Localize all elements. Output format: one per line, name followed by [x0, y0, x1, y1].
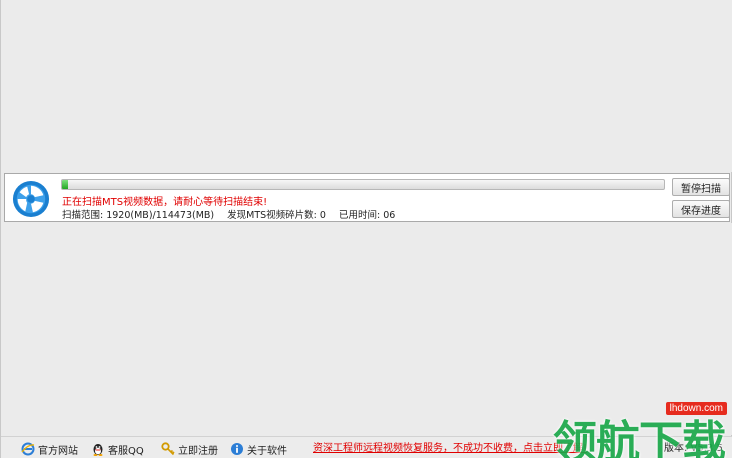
official-site-label: 官方网站 [38, 445, 78, 457]
scan-range-text: 扫描范围: 1920(MB)/114473(MB) [62, 210, 215, 221]
found-fragments-text: 发现MTS视频碎片数: 0 [227, 210, 326, 221]
app-logo-icon [12, 180, 50, 218]
version-text: 版本: V5.3.5 [664, 443, 723, 454]
support-qq-link[interactable]: 客服QQ [91, 441, 144, 457]
ie-globe-icon [21, 442, 35, 456]
save-progress-button[interactable]: 保存进度 [672, 200, 730, 218]
qq-penguin-icon [93, 444, 103, 456]
pause-scan-button[interactable]: 暂停扫描 [672, 178, 730, 196]
app-window: 正在扫描MTS视频数据，请耐心等待扫描结束! 扫描范围: 1920(MB)/11… [0, 0, 732, 458]
results-empty-area [2, 223, 732, 435]
scan-stats-row: 扫描范围: 1920(MB)/114473(MB) 发现MTS视频碎片数: 0 … [62, 207, 405, 221]
top-empty-area [2, 0, 732, 172]
elapsed-time-text: 已用时间: 06 [338, 210, 396, 221]
scan-progress-bar [61, 179, 665, 190]
support-qq-label: 客服QQ [108, 445, 144, 457]
register-now-label: 立即注册 [178, 445, 218, 457]
about-software-link[interactable]: 关于软件 [230, 441, 287, 457]
remote-recovery-promo-link[interactable]: 资深工程师远程视频恢复服务，不成功不收费，点击立即了解! [313, 441, 587, 457]
official-site-link[interactable]: 官方网站 [21, 441, 78, 457]
scan-progress-panel: 正在扫描MTS视频数据，请耐心等待扫描结束! 扫描范围: 1920(MB)/11… [4, 173, 730, 222]
scan-progress-fill [62, 180, 69, 189]
about-software-label: 关于软件 [247, 445, 287, 457]
register-now-link[interactable]: 立即注册 [161, 441, 218, 457]
info-icon [231, 443, 243, 455]
key-icon [161, 442, 175, 456]
scan-status-message: 正在扫描MTS视频数据，请耐心等待扫描结束! [62, 197, 268, 208]
footer-bar: 官方网站 客服QQ 立即注册 关于软件 资深工程师远程视频恢复服务，不成功不收费… [1, 436, 732, 458]
